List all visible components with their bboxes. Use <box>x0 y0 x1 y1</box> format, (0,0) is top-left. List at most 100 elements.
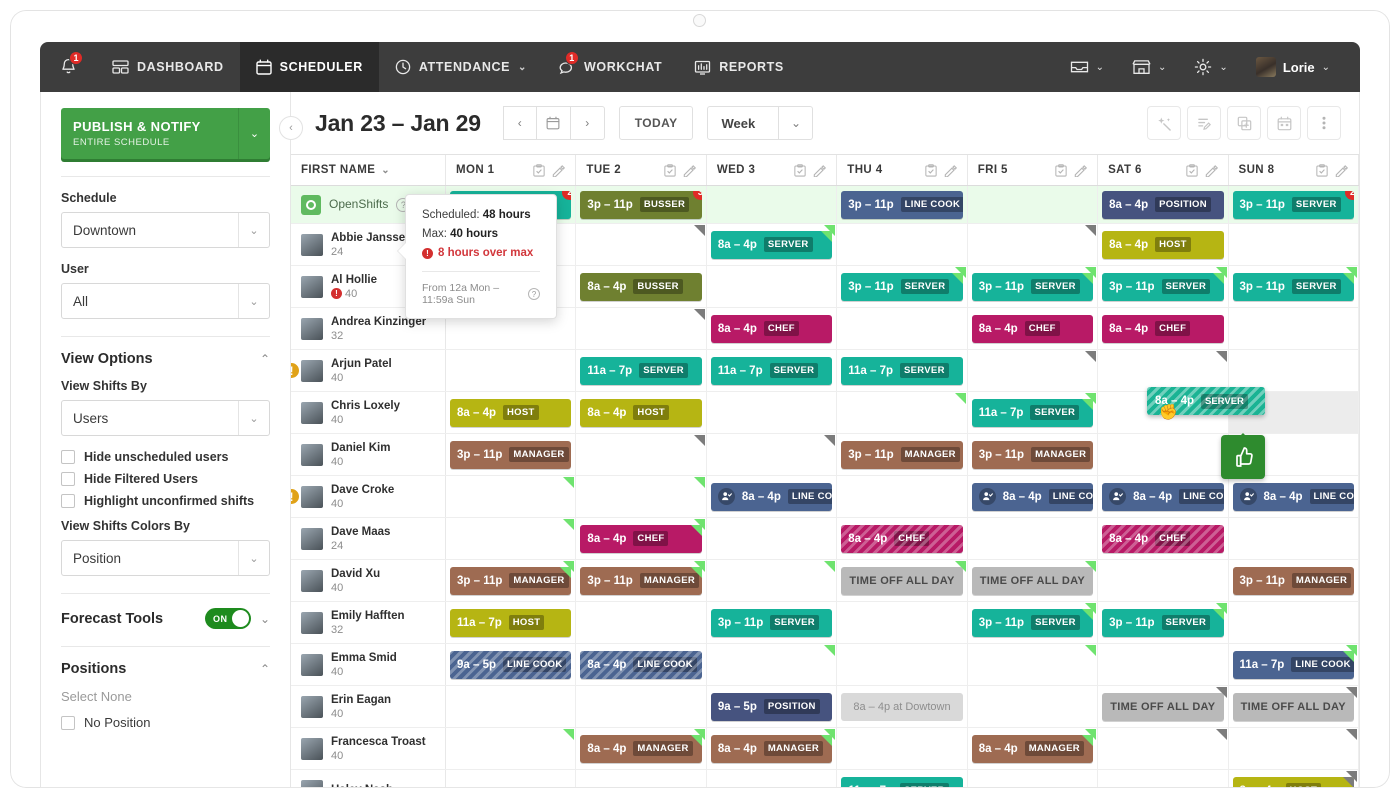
schedule-cell[interactable] <box>1098 350 1229 391</box>
schedule-cell[interactable] <box>446 476 577 517</box>
schedule-cell[interactable] <box>1229 308 1359 349</box>
shift-chip[interactable]: 8a – 4p BUSSER <box>580 272 702 301</box>
chevron-down-icon[interactable]: ⌄ <box>260 612 270 626</box>
stamp-icon[interactable] <box>813 164 827 177</box>
checkbox-hide-filtered-users[interactable]: Hide Filtered Users <box>61 472 270 486</box>
stamp-icon[interactable] <box>683 164 696 177</box>
checkbox-hide-unscheduled-users[interactable]: Hide unscheduled users <box>61 450 270 464</box>
grid-header-day-6[interactable]: SAT 6 <box>1098 155 1229 185</box>
schedule-cell[interactable]: 11a – 7p SERVER <box>968 392 1099 433</box>
schedule-cell[interactable] <box>446 350 577 391</box>
shift-chip[interactable]: 8a – 4p CHEF <box>1102 524 1224 553</box>
schedule-cell[interactable] <box>837 644 968 685</box>
schedule-cell[interactable] <box>968 686 1099 727</box>
stamp-icon[interactable] <box>944 164 957 177</box>
schedule-cell[interactable]: 11a – 7p SERVER <box>837 770 968 787</box>
notifications-button[interactable]: 1 <box>40 42 96 92</box>
shift-chip[interactable]: 8a – 4p LINE COOK <box>710 482 833 511</box>
view-range-dropdown[interactable]: ⌄ <box>779 106 814 140</box>
grid-header-day-1[interactable]: MON 1 <box>446 155 577 185</box>
shift-chip[interactable]: 3p – 11p BUSSER 3 <box>580 190 702 219</box>
clipboard-check-icon[interactable] <box>1055 163 1067 177</box>
warning-badge[interactable]: ! <box>291 361 301 380</box>
shift-chip[interactable]: 3p – 11p MANAGER <box>841 440 963 469</box>
schedule-cell[interactable]: 3p – 11p SERVER 2 <box>1228 186 1359 223</box>
schedule-cell[interactable]: 8a – 4p CHEF <box>1098 308 1229 349</box>
schedule-cell[interactable]: 3p – 11p MANAGER <box>837 434 968 475</box>
schedule-cell[interactable]: 8a – 4p HOST <box>1098 224 1229 265</box>
shift-chip[interactable]: 8a – 4p MANAGER <box>710 734 833 763</box>
schedule-cell[interactable] <box>707 518 838 559</box>
grid-header-day-4[interactable]: THU 4 <box>837 155 968 185</box>
schedule-cell[interactable] <box>1229 224 1359 265</box>
schedule-cell[interactable]: 8a – 4p MANAGER <box>576 728 707 769</box>
shift-chip[interactable]: 8a – 4p LINE COOK <box>1232 482 1354 511</box>
shift-chip[interactable]: 8a – 4p CHEF <box>971 314 1094 343</box>
stamp-icon[interactable] <box>1205 164 1218 177</box>
schedule-cell[interactable]: 3p – 11p BUSSER 3 <box>576 186 707 223</box>
shift-chip[interactable]: 8a – 4p LINE COOK <box>580 650 702 679</box>
user-name-cell[interactable]: David Xu 40 <box>291 560 446 601</box>
shift-chip[interactable]: 3p – 11p SERVER <box>841 272 963 301</box>
shift-chip[interactable]: 3p – 11p SERVER <box>971 272 1094 301</box>
grid-header-day-7[interactable]: SUN 8 <box>1229 155 1359 185</box>
user-name-cell[interactable]: Emma Smid 40 <box>291 644 446 685</box>
schedule-cell[interactable]: TIME OFF ALL DAY <box>1098 686 1229 727</box>
shift-chip[interactable]: 11a – 7p SERVER <box>841 356 963 385</box>
user-name-cell[interactable]: Dave Maas 24 <box>291 518 446 559</box>
schedule-cell[interactable] <box>576 476 707 517</box>
shift-chip[interactable]: 3p – 11p SERVER <box>1102 272 1224 301</box>
schedule-cell[interactable] <box>837 224 968 265</box>
schedule-cell[interactable] <box>707 266 838 307</box>
user-name-cell[interactable]: Erin Eagan 40 <box>291 686 446 727</box>
time-off-chip[interactable]: TIME OFF ALL DAY <box>1232 692 1354 721</box>
schedule-cell[interactable]: 8a – 4p HOST <box>576 392 707 433</box>
inbox-menu[interactable]: ⌄ <box>1058 42 1116 92</box>
schedule-cell[interactable]: 8a – 4p CHEF <box>576 518 707 559</box>
schedule-cell[interactable]: 11a – 7p SERVER <box>707 350 838 391</box>
shift-chip[interactable]: 3p – 11p SERVER <box>1102 608 1224 637</box>
schedule-cell[interactable]: 3p – 11p MANAGER <box>446 434 577 475</box>
schedule-cell[interactable]: 8a – 4p SERVER <box>707 224 838 265</box>
shift-chip[interactable]: 8a – 4p CHEF <box>710 314 833 343</box>
shift-chip[interactable]: 3p – 11p SERVER <box>971 608 1094 637</box>
schedule-cell[interactable] <box>576 308 707 349</box>
forecast-tools-toggle[interactable]: ON <box>204 608 251 629</box>
schedule-cell[interactable]: 3p – 11p SERVER <box>707 602 838 643</box>
schedule-cell[interactable]: 8a – 4p LINE COOK <box>1098 476 1229 517</box>
shift-chip[interactable]: 11a – 7p SERVER <box>580 356 702 385</box>
more-vertical-icon[interactable] <box>1307 106 1341 140</box>
schedule-cell[interactable]: 11a – 7p SERVER <box>837 350 968 391</box>
prev-week-button[interactable]: ‹ <box>502 106 537 140</box>
grid-row-user[interactable]: Haley Nash 11a – 7p SERVER 8a – 4p HOST <box>291 770 1359 787</box>
schedule-cell[interactable]: TIME OFF ALL DAY <box>837 560 968 601</box>
grid-header-day-5[interactable]: FRI 5 <box>968 155 1099 185</box>
clipboard-check-icon[interactable] <box>533 163 546 177</box>
schedule-cell[interactable]: 3p – 11p MANAGER <box>446 560 577 601</box>
shift-chip[interactable]: 3p – 11p MANAGER <box>580 566 702 595</box>
time-off-chip[interactable]: TIME OFF ALL DAY <box>841 566 963 595</box>
schedule-cell[interactable] <box>968 770 1099 787</box>
nav-item-workchat[interactable]: 1 WORKCHAT <box>543 42 678 92</box>
user-name-cell[interactable]: Daniel Kim 40 <box>291 434 446 475</box>
copy-icon[interactable] <box>1227 106 1261 140</box>
time-off-chip[interactable]: TIME OFF ALL DAY <box>1102 692 1224 721</box>
schedule-cell[interactable]: 8a – 4p LINE COOK <box>968 476 1099 517</box>
clipboard-check-icon[interactable] <box>664 163 676 177</box>
time-off-chip[interactable]: TIME OFF ALL DAY <box>971 566 1094 595</box>
schedule-cell[interactable]: 8a – 4p LINE COOK <box>1229 476 1359 517</box>
store-menu[interactable]: ⌄ <box>1120 42 1178 92</box>
next-week-button[interactable]: › <box>570 106 605 140</box>
grid-row-user[interactable]: Erin Eagan 40 9a – 5p POSITION 8a – 4p a… <box>291 686 1359 728</box>
calendar-icon[interactable] <box>1267 106 1301 140</box>
schedule-cell[interactable] <box>837 602 968 643</box>
user-name-cell[interactable]: ! Arjun Patel 40 <box>291 350 446 391</box>
user-name-cell[interactable]: ! Dave Croke 40 <box>291 476 446 517</box>
schedule-cell[interactable] <box>968 644 1099 685</box>
view-range-value[interactable]: Week <box>707 106 780 140</box>
view-shifts-by-select[interactable]: Users ⌄ <box>61 400 270 436</box>
shift-chip[interactable]: 3p – 11p SERVER 2 <box>1232 190 1354 219</box>
shift-chip[interactable]: 8a – 4p CHEF <box>841 524 963 553</box>
checkbox-box[interactable] <box>61 472 75 486</box>
user-name-cell[interactable]: Francesca Troast 40 <box>291 728 446 769</box>
